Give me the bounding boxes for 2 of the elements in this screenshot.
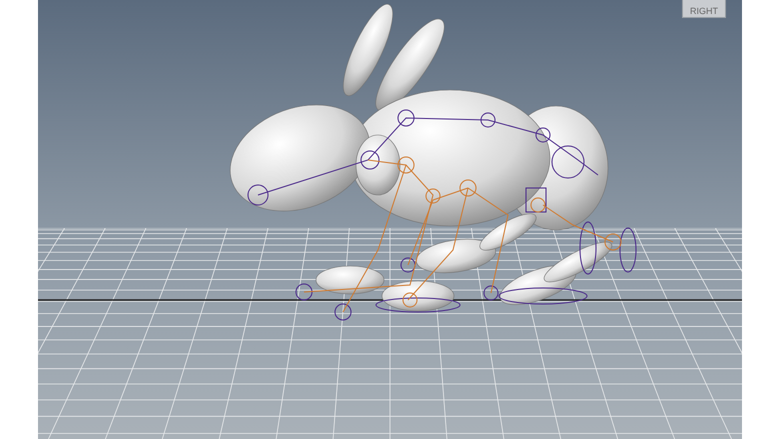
- viewport[interactable]: RIGHT: [38, 0, 742, 439]
- view-cube[interactable]: RIGHT: [682, 0, 726, 18]
